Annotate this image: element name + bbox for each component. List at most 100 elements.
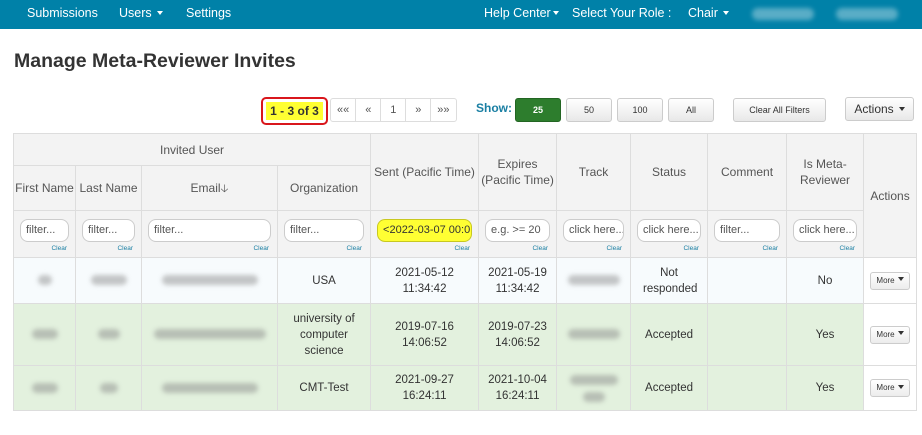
page-title: Manage Meta-Reviewer Invites: [14, 50, 296, 72]
redacted-text: [567, 329, 620, 340]
col-comment[interactable]: Comment: [707, 133, 788, 211]
redacted-text: [567, 275, 620, 286]
redacted-text: [582, 392, 605, 403]
redacted-text: [90, 275, 127, 286]
is-meta-reviewer-cell: Yes: [786, 365, 865, 411]
last-name-cell: [75, 303, 142, 366]
track-cell: [556, 303, 632, 366]
clear-last-name-filter[interactable]: Clear: [117, 245, 133, 252]
page-size-all-button[interactable]: All: [668, 98, 714, 122]
organization-filter[interactable]: filter...: [284, 219, 365, 242]
track-filter[interactable]: click here...: [563, 219, 625, 242]
clear-track-filter[interactable]: Clear: [606, 245, 622, 252]
first-name-filter[interactable]: filter...: [20, 219, 69, 242]
col-first-name[interactable]: First Name: [13, 165, 76, 211]
sent-filter[interactable]: <2022-03-07 00:0: [377, 219, 473, 242]
email-filter[interactable]: filter...: [148, 219, 271, 242]
clear-comment-filter[interactable]: Clear: [762, 245, 778, 252]
comment-filter[interactable]: filter...: [714, 219, 781, 242]
clear-status-filter[interactable]: Clear: [683, 245, 699, 252]
status-filter[interactable]: click here...: [637, 219, 702, 242]
last-name-filter[interactable]: filter...: [82, 219, 135, 242]
col-is-meta-reviewer[interactable]: Is Meta-Reviewer: [786, 133, 865, 211]
first-name-cell: [13, 257, 76, 304]
is-meta-reviewer-cell: No: [786, 257, 865, 304]
last-page-button[interactable]: »»: [430, 98, 457, 122]
expires-cell: 2021-05-19 11:34:42: [478, 257, 558, 304]
more-label: More: [876, 383, 895, 392]
redacted-text: [31, 382, 58, 393]
col-actions: Actions: [863, 133, 918, 258]
table-row[interactable]: CMT-Test 2021-09-27 16:24:11 2021-10-04 …: [13, 365, 918, 411]
invites-table: Invited User Sent (Pacific Time) Expires…: [12, 133, 918, 411]
redacted-text: [161, 275, 258, 286]
clear-is-meta-reviewer-filter[interactable]: Clear: [839, 245, 855, 252]
page-size-50-button[interactable]: 50: [566, 98, 612, 122]
more-button[interactable]: More: [870, 379, 911, 397]
account-menu-redacted[interactable]: [836, 8, 898, 20]
first-name-cell: [13, 303, 76, 366]
chevron-down-icon: [552, 10, 559, 15]
col-sent[interactable]: Sent (Pacific Time): [370, 133, 480, 211]
page-1-button[interactable]: 1: [380, 98, 407, 122]
pagination: «« « 1 » »»: [330, 98, 457, 122]
clear-email-filter[interactable]: Clear: [253, 245, 269, 252]
expires-filter[interactable]: e.g. >= 20: [485, 219, 551, 242]
clear-sent-filter[interactable]: Clear: [454, 245, 470, 252]
prev-page-button[interactable]: «: [355, 98, 382, 122]
organization-cell: USA: [276, 257, 372, 304]
email-cell: [141, 365, 278, 411]
comment-cell: [707, 365, 788, 411]
actions-label: Actions: [854, 102, 894, 116]
redacted-text: [153, 329, 266, 340]
nav-users-menu[interactable]: Users: [119, 0, 163, 29]
table-row[interactable]: USA 2021-05-12 11:34:42 2021-05-19 11:34…: [13, 257, 918, 304]
nav-settings[interactable]: Settings: [186, 0, 231, 29]
row-actions-cell: More: [863, 257, 918, 304]
email-cell: [141, 303, 278, 366]
is-meta-reviewer-filter[interactable]: click here...: [793, 219, 858, 242]
comment-cell: [707, 303, 788, 366]
col-track[interactable]: Track: [556, 133, 632, 211]
is-meta-reviewer-cell: Yes: [786, 303, 865, 366]
page-size-25-button[interactable]: 25: [515, 98, 561, 122]
nav-submissions[interactable]: Submissions: [27, 0, 98, 29]
col-status[interactable]: Status: [630, 133, 709, 211]
expires-cell: 2021-10-04 16:24:11: [478, 365, 558, 411]
chevron-down-icon: [898, 106, 905, 111]
clear-expires-filter[interactable]: Clear: [532, 245, 548, 252]
col-email[interactable]: Email🡣: [141, 165, 278, 211]
next-page-button[interactable]: »: [405, 98, 432, 122]
record-range-highlight: 1 - 3 of 3: [261, 97, 328, 125]
email-cell: [141, 257, 278, 304]
status-cell: Accepted: [630, 303, 709, 366]
last-name-cell: [75, 257, 142, 304]
col-email-label: Email: [190, 180, 221, 195]
more-button[interactable]: More: [870, 271, 911, 290]
sent-cell: 2021-09-27 16:24:11: [370, 365, 480, 411]
first-page-button[interactable]: ««: [330, 98, 357, 122]
redacted-text: [161, 382, 258, 393]
sent-cell: 2019-07-16 14:06:52: [370, 303, 480, 366]
record-range: 1 - 3 of 3: [266, 102, 323, 120]
col-expires[interactable]: Expires (Pacific Time): [478, 133, 558, 211]
nav-help-center-menu[interactable]: Help Center: [484, 0, 559, 29]
clear-all-filters-button[interactable]: Clear All Filters: [733, 98, 826, 122]
role-menu[interactable]: Chair: [688, 0, 729, 29]
more-button[interactable]: More: [870, 325, 911, 344]
user-name-redacted[interactable]: [752, 8, 814, 20]
status-cell: Not responded: [630, 257, 709, 304]
redacted-text: [97, 329, 120, 340]
row-actions-cell: More: [863, 303, 918, 366]
page-size-100-button[interactable]: 100: [617, 98, 663, 122]
table-row[interactable]: university of computer science 2019-07-1…: [13, 303, 918, 366]
clear-organization-filter[interactable]: Clear: [346, 245, 362, 252]
clear-first-name-filter[interactable]: Clear: [51, 245, 67, 252]
col-organization[interactable]: Organization: [276, 165, 372, 211]
redacted-text: [37, 275, 52, 286]
show-label: Show:: [476, 101, 512, 115]
actions-menu-button[interactable]: Actions: [845, 97, 914, 121]
more-label: More: [876, 329, 895, 339]
status-cell: Accepted: [630, 365, 709, 411]
col-last-name[interactable]: Last Name: [75, 165, 142, 211]
